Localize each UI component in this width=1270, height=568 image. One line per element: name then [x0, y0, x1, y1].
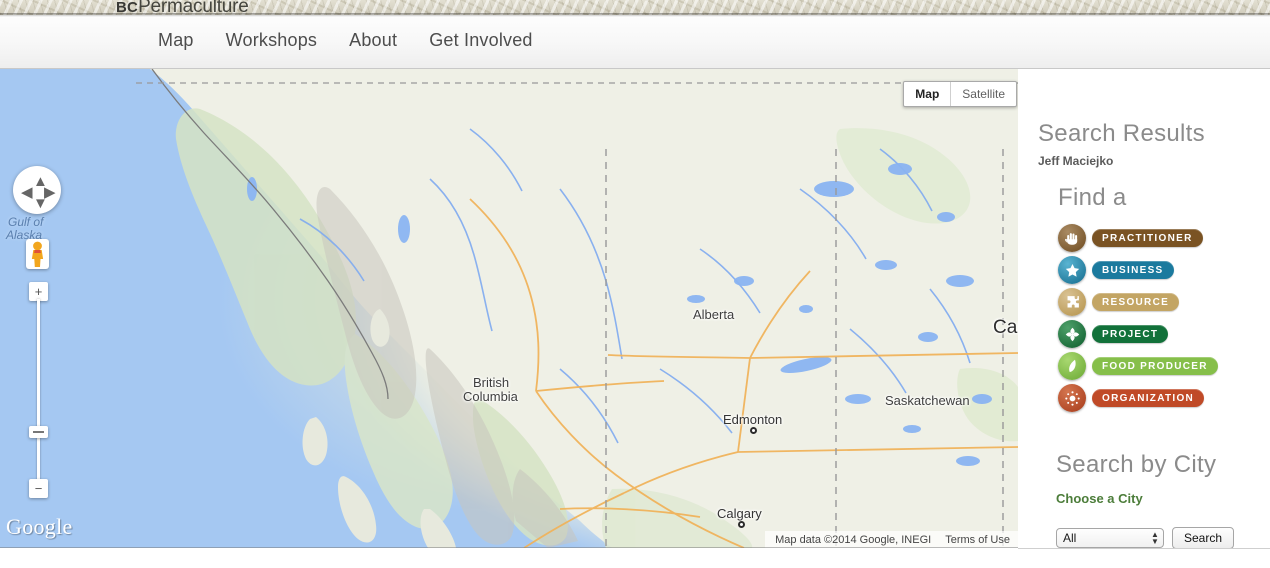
flower-icon — [1058, 320, 1086, 348]
city-select[interactable]: All — [1056, 528, 1164, 548]
search-results-title: Search Results — [1038, 120, 1205, 147]
map-data-attribution: Map data ©2014 Google, INEGI — [775, 533, 932, 546]
category-business-label: BUSINESS — [1092, 261, 1174, 279]
category-business[interactable]: BUSINESS — [1058, 254, 1218, 286]
category-food-producer[interactable]: FOOD PRODUCER — [1058, 350, 1218, 382]
find-a-title: Find a — [1058, 184, 1127, 211]
nav-item-get-involved[interactable]: Get Involved — [429, 30, 532, 51]
banner-shadow — [0, 13, 1270, 17]
city-search-controls: All ▲ ▼ Search — [1056, 527, 1235, 549]
search-sidebar: Search Results Jeff Maciejko Find a PRAC… — [1018, 69, 1270, 568]
map-type-map-button[interactable]: Map — [904, 82, 952, 106]
nav-item-workshops[interactable]: Workshops — [226, 30, 318, 51]
map-landmass — [136, 69, 1018, 548]
category-project[interactable]: PROJECT — [1058, 318, 1218, 350]
category-resource-label: RESOURCE — [1092, 293, 1180, 311]
city-dot-edmonton — [750, 427, 757, 434]
category-list: PRACTITIONER BUSINESS RESOURCE PROJECT F… — [1058, 222, 1218, 414]
main-navigation: Map Workshops About Get Involved — [0, 16, 1270, 69]
puzzle-icon — [1058, 288, 1086, 316]
category-food-producer-label: FOOD PRODUCER — [1092, 357, 1218, 375]
sunburst-icon — [1058, 384, 1086, 412]
sidebar-divider — [1018, 548, 1270, 549]
map-attribution-bar: Map data ©2014 Google, INEGI Terms of Us… — [765, 531, 1018, 548]
star-icon — [1058, 256, 1086, 284]
zoom-slider-handle[interactable] — [29, 426, 48, 438]
nav-item-map[interactable]: Map — [158, 30, 194, 51]
category-organization-label: ORGANIZATION — [1092, 389, 1205, 407]
hand-icon — [1058, 224, 1086, 252]
google-map[interactable]: Gulf of Alaska Alberta British Columbia … — [0, 69, 1018, 548]
category-practitioner[interactable]: PRACTITIONER — [1058, 222, 1218, 254]
pan-left-icon[interactable]: ◀ — [21, 185, 33, 200]
map-type-control: Map Satellite — [903, 81, 1017, 107]
page-root: BCPermaculture Map Workshops About Get I… — [0, 0, 1270, 568]
city-select-wrapper: All ▲ ▼ — [1056, 528, 1164, 548]
terms-of-use-link[interactable]: Terms of Use — [945, 534, 1010, 546]
search-by-city-title: Search by City — [1056, 451, 1217, 478]
map-type-satellite-button[interactable]: Satellite — [951, 82, 1016, 106]
pan-down-icon[interactable]: ▼ — [33, 196, 48, 211]
category-resource[interactable]: RESOURCE — [1058, 286, 1218, 318]
nav-item-about[interactable]: About — [349, 30, 397, 51]
google-logo-watermark: Google — [6, 514, 73, 539]
search-button[interactable]: Search — [1172, 527, 1235, 549]
city-dot-calgary — [738, 521, 745, 528]
map-bottom-divider — [0, 547, 1018, 548]
zoom-out-button[interactable]: − — [29, 479, 48, 498]
zoom-slider-track[interactable] — [37, 299, 40, 489]
street-view-pegman-icon[interactable] — [26, 239, 49, 269]
category-practitioner-label: PRACTITIONER — [1092, 229, 1203, 247]
nav-item-list: Map Workshops About Get Involved — [158, 30, 533, 51]
search-result-user-name: Jeff Maciejko — [1038, 154, 1114, 168]
category-organization[interactable]: ORGANIZATION — [1058, 382, 1218, 414]
category-project-label: PROJECT — [1092, 325, 1169, 343]
seed-icon — [1058, 352, 1086, 380]
choose-a-city-link[interactable]: Choose a City — [1056, 491, 1143, 506]
map-pan-control[interactable]: ▲ ◀ ▶ ▼ — [13, 166, 61, 214]
